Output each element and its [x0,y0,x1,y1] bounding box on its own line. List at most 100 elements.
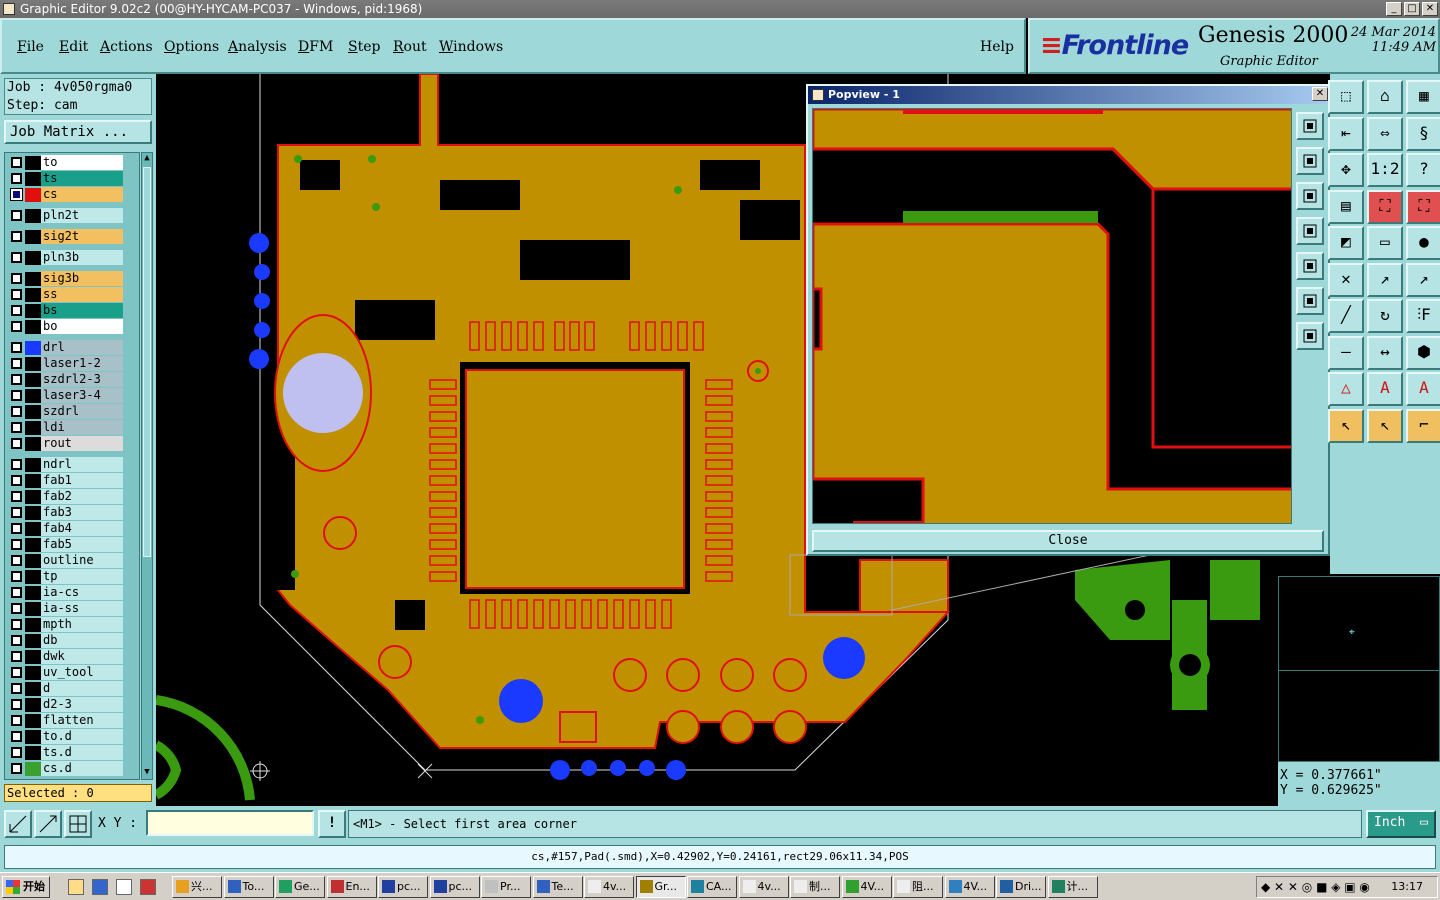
popview-up-icon[interactable] [1296,147,1324,175]
taskbar-item[interactable]: 4v... [584,876,634,898]
layer-name[interactable]: ndrl [41,457,123,472]
popview-window[interactable]: Popview - 1 ✕ Close [806,84,1330,556]
layer-row[interactable]: bo [5,319,139,335]
job-matrix-button[interactable]: Job Matrix ... [4,120,152,144]
layer-name[interactable]: d2-3 [41,697,123,712]
layer-checkbox[interactable] [11,210,22,221]
layer-color-swatch[interactable] [25,506,41,520]
scroll-up-icon[interactable]: ▲ [142,153,152,165]
layer-row[interactable]: pln3b [5,250,139,266]
layer-checkbox[interactable] [11,342,22,353]
layer-color-swatch[interactable] [25,570,41,584]
layer-checkbox[interactable] [11,252,22,263]
menu-step[interactable]: Step [348,39,380,55]
layer-scrollbar[interactable]: ▲ ▼ [141,152,153,780]
layer-checkbox[interactable] [11,603,22,614]
taskbar-item[interactable]: 4v... [738,876,789,898]
measure-icon[interactable] [34,810,62,838]
layer-checkbox[interactable] [11,273,22,284]
layer-row[interactable]: to.d [5,729,139,745]
layer-checkbox[interactable] [11,635,22,646]
a2-icon[interactable]: A [1406,372,1440,406]
layer-row[interactable]: ldi [5,420,139,436]
layer-row[interactable]: outline [5,553,139,569]
layer-checkbox[interactable] [11,231,22,242]
layer-row[interactable]: ts.d [5,745,139,761]
layer-color-swatch[interactable] [25,209,41,223]
layer-color-swatch[interactable] [25,602,41,616]
layer-row[interactable]: fab3 [5,505,139,521]
popview-close-button[interactable]: Close [812,530,1324,552]
layer-name[interactable]: pln3b [41,250,123,265]
layer-checkbox[interactable] [11,390,22,401]
net2-icon[interactable]: ⛶ [1406,189,1440,224]
layer-name[interactable]: ss [41,287,123,302]
layer-checkbox[interactable] [11,358,22,369]
connect-icon[interactable]: ↗ [1367,262,1403,297]
layer-name[interactable]: ts [41,171,123,186]
taskbar-item[interactable]: 制... [790,876,840,898]
layer-color-swatch[interactable] [25,650,41,664]
layer-name[interactable]: ldi [41,420,123,435]
scale-icon[interactable]: 1:2 [1367,153,1403,187]
taskbar-item[interactable]: 4V... [944,876,995,898]
layer-color-swatch[interactable] [25,230,41,244]
layer-color-swatch[interactable] [25,288,41,302]
layer-row[interactable]: d [5,681,139,697]
layer-checkbox[interactable] [11,539,22,550]
layer-row[interactable]: to [5,155,139,171]
layer-name[interactable]: to [41,155,123,170]
layer-name[interactable]: ia-ss [41,601,123,616]
layer-row[interactable]: ss [5,287,139,303]
arc-icon[interactable]: ↻ [1367,299,1403,333]
layer-row[interactable]: fab1 [5,473,139,489]
ql-edit-icon[interactable] [116,879,132,895]
layer-color-swatch[interactable] [25,357,41,371]
layer-row[interactable]: fab4 [5,521,139,537]
layer-name[interactable]: fab2 [41,489,123,504]
layer-checkbox[interactable] [11,321,22,332]
layer-checkbox[interactable] [11,289,22,300]
menu-windows[interactable]: Windows [439,39,503,55]
start-button[interactable]: 开始 [2,876,50,898]
taskbar-item[interactable]: CA... [687,876,737,898]
ruler-icon[interactable]: ▭ [1367,226,1403,260]
polygon-icon[interactable]: △ [1328,372,1364,406]
layer-row[interactable]: ndrl [5,457,139,473]
layer-row[interactable]: szdrl [5,404,139,420]
layer-name[interactable]: tp [41,569,123,584]
taskbar-item[interactable]: 计... [1047,876,1098,898]
layer-checkbox[interactable] [11,374,22,385]
layer-name[interactable]: to.d [41,729,123,744]
layer-row[interactable]: bs [5,303,139,319]
layer-checkbox[interactable] [11,651,22,662]
line-icon[interactable]: ╱ [1328,299,1364,333]
layer-name[interactable]: fab3 [41,505,123,520]
layer-checkbox[interactable] [11,587,22,598]
layer-color-swatch[interactable] [25,746,41,760]
ql-save-icon[interactable] [140,879,156,895]
layer-name[interactable]: sig3b [41,271,123,286]
layer-color-swatch[interactable] [25,373,41,387]
popview-left-icon[interactable] [1296,217,1324,245]
layer-checkbox[interactable] [11,555,22,566]
layer-color-swatch[interactable] [25,586,41,600]
layer-row[interactable]: flatten [5,713,139,729]
menu-analysis[interactable]: Analysis [228,39,287,55]
layer-color-swatch[interactable] [25,156,41,170]
popview-pan-icon[interactable] [1296,322,1324,350]
a-icon[interactable]: A [1367,372,1403,406]
layer-checkbox[interactable] [11,763,22,774]
layer-row[interactable]: sig3b [5,271,139,287]
layer-checkbox[interactable] [11,422,22,433]
layer-row[interactable]: db [5,633,139,649]
layer-name[interactable]: szdrl2-3 [41,372,123,387]
connect2-icon[interactable]: ↗ [1406,262,1440,297]
layer-row[interactable]: laser3-4 [5,388,139,404]
layer-row[interactable]: cs [5,187,139,203]
taskbar-item[interactable]: pc... [378,876,428,898]
layer-color-swatch[interactable] [25,437,41,451]
popview-fit-icon[interactable] [1296,112,1324,140]
pointer-icon[interactable]: ↖ [1367,408,1403,443]
layer-checkbox[interactable] [11,406,22,417]
